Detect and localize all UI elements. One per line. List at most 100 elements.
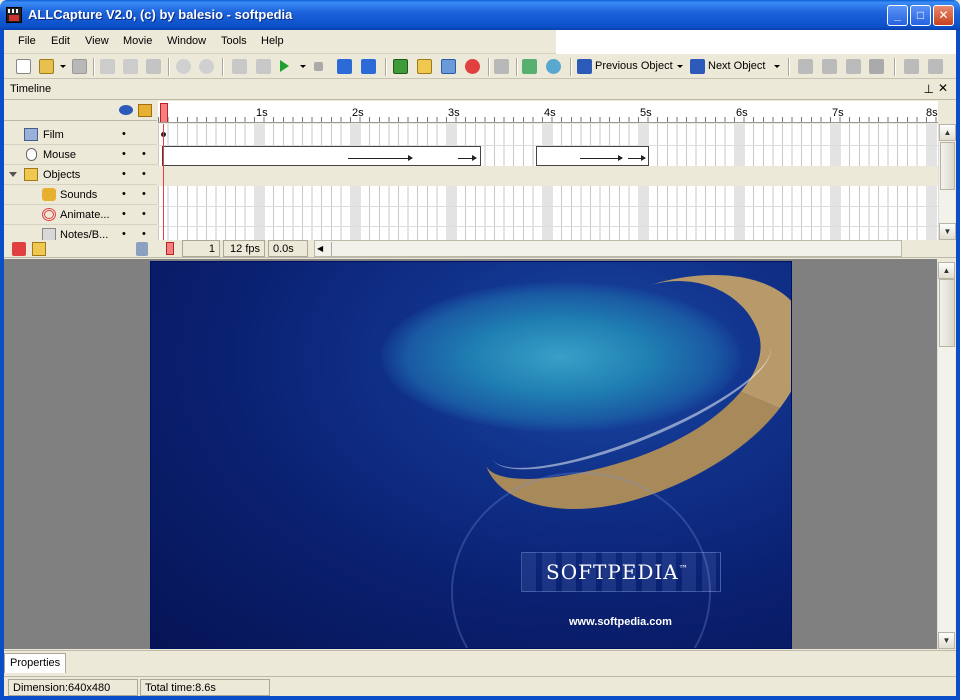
import-icon[interactable] — [441, 59, 456, 74]
menu-edit[interactable]: Edit — [51, 35, 70, 47]
image-icon[interactable] — [393, 59, 408, 74]
pin-icon[interactable]: ⊥ — [924, 82, 934, 96]
save-icon[interactable] — [72, 59, 87, 74]
nav-back-icon[interactable] — [904, 59, 919, 74]
track-visibility-dot[interactable]: • — [122, 228, 126, 240]
track-visibility-dot[interactable]: • — [122, 128, 126, 140]
track-row-notes[interactable]: Notes/B... • • — [4, 225, 157, 241]
scrollbar-thumb[interactable] — [939, 279, 955, 347]
play-dropdown-icon[interactable] — [300, 65, 306, 68]
stop-icon[interactable] — [314, 62, 323, 71]
playhead-line — [163, 124, 164, 240]
frame-field[interactable]: 1 — [182, 240, 220, 257]
timeline-close-icon[interactable]: ✕ — [938, 81, 948, 95]
scroll-up-icon[interactable]: ▲ — [938, 262, 955, 279]
next-object-button[interactable]: Next Object — [708, 60, 765, 72]
ruler-label: 6s — [736, 107, 748, 119]
folder-icon[interactable] — [417, 59, 432, 74]
maximize-icon: □ — [916, 8, 925, 22]
add-object-icon[interactable] — [522, 59, 537, 74]
menu-help[interactable]: Help — [261, 35, 284, 47]
maximize-button[interactable]: □ — [910, 5, 931, 26]
playhead-handle[interactable] — [160, 103, 168, 122]
preview-frame[interactable]: SOFTPEDIA™ www.softpedia.com — [150, 261, 792, 649]
timeline-horizontal-scrollbar[interactable]: ◀ — [314, 240, 902, 257]
scroll-down-icon[interactable]: ▼ — [939, 223, 956, 240]
track-lock-dot[interactable]: • — [142, 208, 146, 220]
add-shape-icon[interactable] — [546, 59, 561, 74]
track-lock-dot[interactable]: • — [142, 228, 146, 240]
scroll-left-icon[interactable]: ◀ — [317, 244, 323, 253]
fx-icon[interactable] — [846, 59, 861, 74]
folder-icon — [24, 168, 38, 181]
scrollbar-thumb[interactable] — [940, 142, 955, 190]
record-icon[interactable] — [465, 59, 480, 74]
time-field[interactable]: 0.0s — [268, 240, 308, 257]
copy-icon[interactable] — [123, 59, 138, 74]
timeline-vertical-scrollbar[interactable]: ▲ ▼ — [938, 124, 956, 240]
collapse-icon[interactable] — [9, 172, 17, 177]
add-track-icon[interactable] — [12, 242, 26, 256]
undo-icon[interactable] — [176, 59, 191, 74]
previous-object-icon[interactable] — [577, 59, 592, 74]
scrollbar-thumb[interactable] — [331, 242, 332, 256]
new-icon[interactable] — [16, 59, 31, 74]
scroll-down-icon[interactable]: ▼ — [938, 632, 955, 649]
timeline-ruler[interactable]: 1s 2s 3s 4s 5s 6s 7s 8s — [158, 101, 938, 123]
track-lock-dot[interactable]: • — [142, 188, 146, 200]
next-object-icon[interactable] — [690, 59, 705, 74]
open-dropdown-icon[interactable] — [60, 65, 66, 68]
track-row-sounds[interactable]: Sounds • • — [4, 185, 157, 205]
visibility-eye-icon[interactable] — [119, 105, 133, 115]
mouse-clip[interactable] — [162, 146, 481, 166]
minimize-icon: _ — [894, 8, 901, 22]
trash-icon[interactable] — [136, 242, 148, 256]
track-visibility-dot[interactable]: • — [122, 148, 126, 160]
go-start-icon[interactable] — [232, 59, 247, 74]
fast-forward-icon[interactable] — [337, 59, 352, 74]
fx-remove-icon[interactable] — [869, 59, 884, 74]
properties-tab[interactable]: Properties — [4, 653, 67, 673]
minimize-button[interactable]: _ — [887, 5, 908, 26]
mouse-clip[interactable] — [536, 146, 649, 166]
go-end-icon[interactable] — [361, 59, 376, 74]
menu-window[interactable]: Window — [167, 35, 206, 47]
track-row-mouse[interactable]: Mouse • • — [4, 145, 157, 165]
fx-icon[interactable] — [822, 59, 837, 74]
open-icon[interactable] — [39, 59, 54, 74]
add-folder-icon[interactable] — [32, 242, 46, 256]
track-lock-dot[interactable]: • — [142, 168, 146, 180]
cut-icon[interactable] — [100, 59, 115, 74]
fx-icon[interactable] — [798, 59, 813, 74]
track-row-objects[interactable]: Objects • • — [4, 165, 157, 185]
toolbar: Previous Object Next Object — [4, 54, 956, 79]
timeline-track-grid[interactable] — [158, 124, 938, 240]
track-visibility-dot[interactable]: • — [122, 168, 126, 180]
rewind-icon[interactable] — [256, 59, 271, 74]
toolbar-separator — [385, 58, 387, 76]
canvas-vertical-scrollbar[interactable]: ▲ ▼ — [937, 262, 955, 649]
track-row-animate[interactable]: Animate... • • — [4, 205, 157, 225]
sound-icon[interactable] — [494, 59, 509, 74]
ruler-label: 3s — [448, 107, 460, 119]
track-lock-dot[interactable]: • — [142, 148, 146, 160]
menu-view[interactable]: View — [85, 35, 109, 47]
track-row-film[interactable]: Film • — [4, 125, 157, 145]
paste-icon[interactable] — [146, 59, 161, 74]
lock-icon[interactable] — [138, 104, 152, 117]
track-visibility-dot[interactable]: • — [122, 208, 126, 220]
menu-movie[interactable]: Movie — [123, 35, 152, 47]
canvas-area: SOFTPEDIA™ www.softpedia.com — [4, 259, 937, 649]
next-object-dropdown-icon[interactable] — [774, 65, 780, 68]
menu-tools[interactable]: Tools — [221, 35, 247, 47]
scroll-up-icon[interactable]: ▲ — [939, 124, 956, 141]
play-icon[interactable] — [280, 60, 289, 72]
previous-object-button[interactable]: Previous Object — [595, 60, 673, 72]
previous-object-dropdown-icon[interactable] — [677, 65, 683, 68]
menu-file[interactable]: File — [18, 35, 36, 47]
close-button[interactable]: ✕ — [933, 5, 954, 26]
fps-field[interactable]: 12 fps — [223, 240, 265, 257]
nav-forward-icon[interactable] — [928, 59, 943, 74]
redo-icon[interactable] — [199, 59, 214, 74]
track-visibility-dot[interactable]: • — [122, 188, 126, 200]
